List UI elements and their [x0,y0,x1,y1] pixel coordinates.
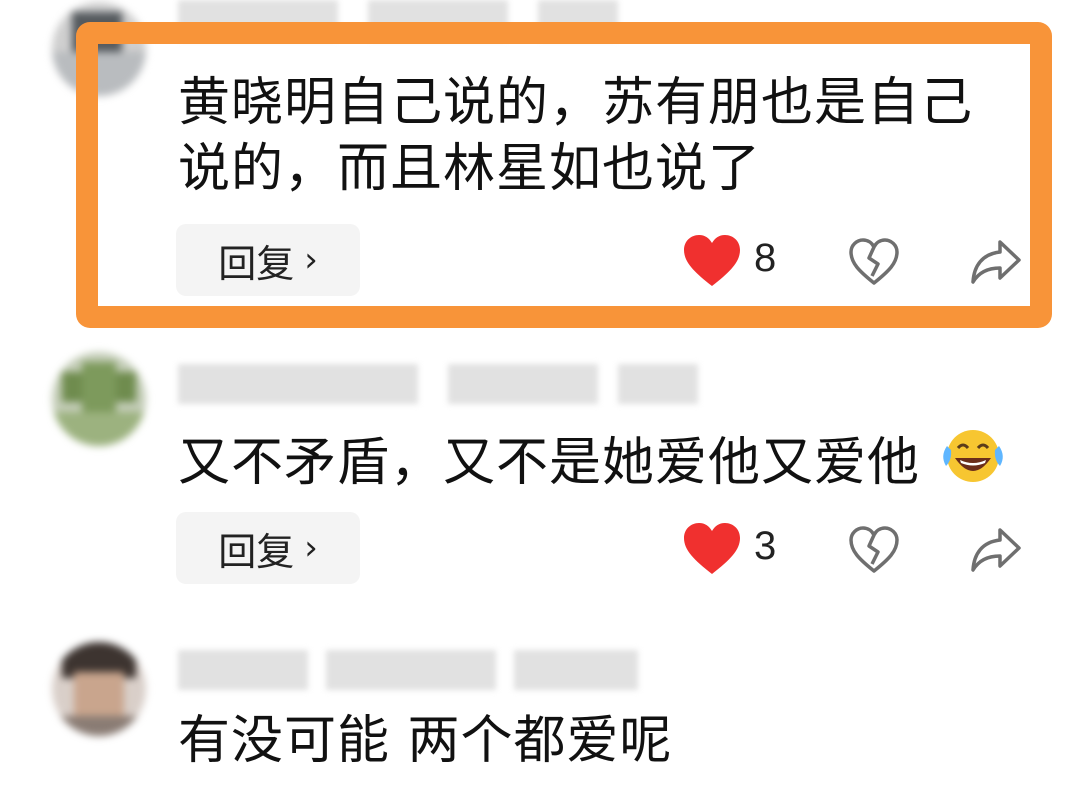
broken-heart-icon[interactable] [848,526,900,574]
share-arrow-icon[interactable] [970,526,1022,574]
heart-filled-icon[interactable] [682,522,742,576]
broken-heart-icon[interactable] [848,238,900,286]
comment-text: 有没可能 两个都爱呢 [178,708,673,774]
comment-item: 黄晓明自己说的，苏有朋也是自己 说的，而且林星如也说了 回复 › 8 [0,0,1080,330]
comment-text-line: 黄晓明自己说的，苏有朋也是自己 [178,73,974,133]
comment-item: 又不矛盾，又不是她爱他又爱他 回复 › 3 [0,348,1080,618]
user-avatar[interactable] [52,352,146,446]
comment-text: 黄晓明自己说的，苏有朋也是自己 说的，而且林星如也说了 [178,70,973,202]
comment-text-line: 有没可能 两个都爱呢 [178,711,673,771]
share-arrow-icon[interactable] [970,238,1022,286]
comment-text: 又不矛盾，又不是她爱他又爱他 [178,426,1008,496]
heart-filled-icon[interactable] [682,234,742,288]
reply-button[interactable]: 回复 › [176,224,360,296]
like-count: 3 [754,524,777,568]
laughing-with-tears-emoji-icon [942,430,1003,482]
username-blurred[interactable] [178,364,698,404]
reply-label: 回复 [218,241,295,286]
user-avatar[interactable] [52,2,146,96]
user-avatar[interactable] [52,642,146,736]
username-blurred[interactable] [178,650,638,690]
comment-item: 有没可能 两个都爱呢 [0,636,1080,792]
like-count: 8 [754,236,777,280]
chevron-right-icon: › [304,240,318,280]
reply-button[interactable]: 回复 › [176,512,360,584]
comment-thread: 黄晓明自己说的，苏有朋也是自己 说的，而且林星如也说了 回复 › 8 又不矛盾，… [0,0,1080,792]
username-blurred[interactable] [178,0,618,40]
chevron-right-icon: › [304,528,318,568]
comment-text-line: 又不矛盾，又不是她爱他又爱他 [178,433,921,493]
comment-text-line: 说的，而且林星如也说了 [178,139,762,199]
reply-label: 回复 [218,529,295,574]
